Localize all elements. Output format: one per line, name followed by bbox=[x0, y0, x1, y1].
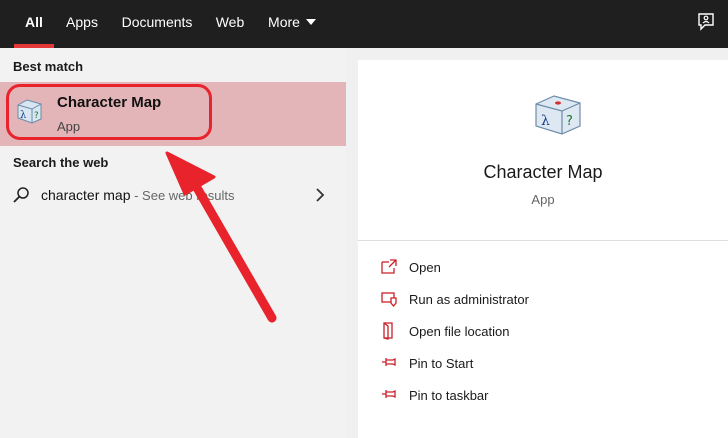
tab-more[interactable]: More bbox=[262, 0, 322, 48]
action-pin-to-taskbar-label: Pin to taskbar bbox=[409, 388, 489, 403]
best-match-subtitle: App bbox=[57, 119, 81, 134]
search-web-heading: Search the web bbox=[13, 155, 109, 170]
action-open-file-location-label: Open file location bbox=[409, 324, 510, 339]
open-icon bbox=[381, 259, 397, 274]
caret-down-icon bbox=[305, 19, 316, 26]
svg-text:?: ? bbox=[566, 114, 573, 129]
tab-more-label: More bbox=[268, 14, 300, 30]
pin-icon bbox=[382, 357, 396, 367]
feedback-icon[interactable] bbox=[696, 12, 716, 32]
preview-title: Character Map bbox=[483, 162, 603, 182]
svg-text:λ: λ bbox=[541, 113, 550, 129]
web-query-text: character map - See web results bbox=[41, 187, 235, 203]
shield-icon bbox=[381, 292, 397, 308]
best-match-heading: Best match bbox=[13, 59, 84, 74]
action-run-as-admin[interactable]: Run as administrator bbox=[358, 286, 728, 314]
character-map-icon: λ ? bbox=[17, 99, 42, 124]
action-pin-to-start-label: Pin to Start bbox=[409, 356, 474, 371]
action-open-file-location[interactable]: Open file location bbox=[358, 318, 728, 346]
search-icon bbox=[13, 187, 29, 203]
file-location-icon bbox=[383, 322, 393, 340]
preview-panel: λ ? Character Map App Open Run as admini… bbox=[358, 60, 728, 438]
web-query: character map bbox=[41, 187, 131, 203]
best-match-result[interactable]: λ ? Character Map App bbox=[0, 82, 346, 146]
tab-apps[interactable]: Apps bbox=[60, 0, 104, 48]
action-open-label: Open bbox=[409, 260, 441, 275]
tab-documents[interactable]: Documents bbox=[114, 0, 200, 48]
web-results-hint: - See web results bbox=[130, 188, 235, 203]
search-filter-bar: All Apps Documents Web More bbox=[0, 0, 728, 48]
web-search-result[interactable]: character map - See web results bbox=[0, 180, 346, 210]
preview-divider bbox=[358, 240, 728, 241]
tab-all[interactable]: All bbox=[14, 0, 54, 48]
pin-icon bbox=[382, 389, 396, 399]
tab-web[interactable]: Web bbox=[208, 0, 252, 48]
action-pin-to-start[interactable]: Pin to Start bbox=[358, 350, 728, 378]
chevron-right-icon bbox=[316, 188, 325, 202]
best-match-title: Character Map bbox=[57, 94, 162, 111]
action-run-as-admin-label: Run as administrator bbox=[409, 292, 529, 307]
preview-subtitle: App bbox=[531, 192, 555, 207]
start-search-window: All Apps Documents Web More Best match λ… bbox=[0, 0, 728, 438]
action-pin-to-taskbar[interactable]: Pin to taskbar bbox=[358, 382, 728, 410]
results-panel: Best match λ ? Character Map App Search … bbox=[0, 48, 346, 438]
svg-text:?: ? bbox=[34, 111, 39, 121]
character-map-icon: λ ? bbox=[535, 95, 581, 135]
svg-text:λ: λ bbox=[20, 110, 27, 121]
action-open[interactable]: Open bbox=[358, 254, 728, 282]
